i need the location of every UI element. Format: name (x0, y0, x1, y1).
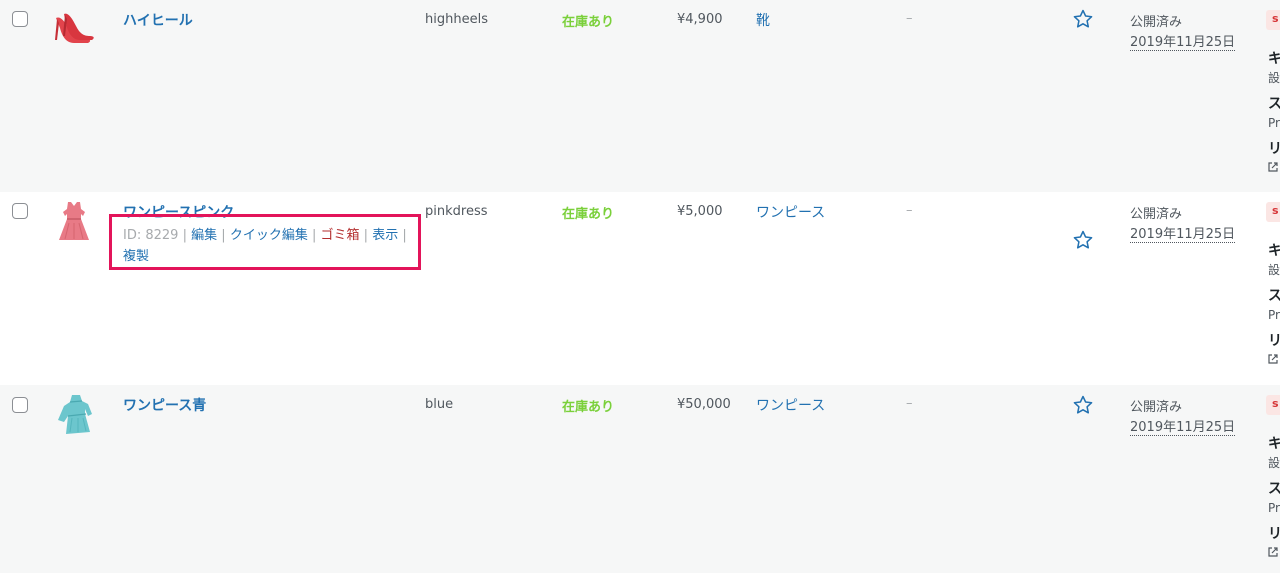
edge-label: ス (1268, 481, 1280, 497)
edge-text: 設 (1268, 71, 1280, 85)
category-link[interactable]: ワンピース (756, 395, 825, 415)
edge-label: リ (1268, 141, 1280, 157)
featured-star-icon[interactable] (1073, 9, 1093, 29)
featured-star-icon[interactable] (1073, 395, 1093, 415)
edge-text: Pr (1268, 501, 1280, 515)
category-link[interactable]: ワンピース (756, 202, 825, 222)
edge-text: Pr (1268, 308, 1280, 322)
publish-date: 2019年11月25日 (1130, 416, 1236, 436)
highlight-box (109, 214, 421, 270)
row-checkbox[interactable] (12, 203, 28, 219)
status-badge: ꜱ (1266, 395, 1280, 415)
status-badge-text: ꜱ (1272, 397, 1279, 410)
publish-status: 公開済み (1130, 15, 1183, 30)
product-name-link[interactable]: ハイヒール (123, 10, 193, 30)
stock-status: 在庫あり (562, 400, 615, 415)
status-badge-text: ꜱ (1272, 12, 1279, 25)
publish-status: 公開済み (1130, 400, 1183, 415)
pink-dress-icon[interactable] (52, 199, 96, 243)
sku: pinkdress (425, 204, 488, 219)
edge-label: ス (1268, 96, 1280, 112)
external-link-icon[interactable] (1268, 354, 1278, 364)
edge-text: 設 (1268, 263, 1280, 277)
edge-label: ス (1268, 288, 1280, 304)
row-checkbox[interactable] (12, 397, 28, 413)
stock-status: 在庫あり (562, 15, 615, 30)
category-link[interactable]: 靴 (756, 10, 770, 30)
price: ¥50,000 (677, 397, 731, 412)
publish-date: 2019年11月25日 (1130, 31, 1236, 51)
row-checkbox[interactable] (12, 11, 28, 27)
publish-status: 公開済み (1130, 207, 1183, 222)
edge-label: リ (1268, 526, 1280, 542)
sku: blue (425, 397, 454, 412)
product-name-link[interactable]: ワンピース青 (123, 395, 206, 415)
edge-label: キ (1268, 436, 1280, 452)
table-row: ワンピース青 blue 在庫あり ¥50,000 ワンピース – 公開済み 20… (0, 385, 1280, 573)
status-badge: ꜱ (1266, 10, 1280, 30)
featured-star-icon[interactable] (1073, 230, 1093, 250)
stock-status: 在庫あり (562, 207, 615, 222)
publish-date: 2019年11月25日 (1130, 223, 1236, 243)
external-link-icon[interactable] (1268, 162, 1278, 172)
sku: highheels (425, 12, 488, 27)
price: ¥5,000 (677, 204, 723, 219)
price: ¥4,900 (677, 12, 723, 27)
tags: – (906, 203, 913, 218)
edge-label: キ (1268, 243, 1280, 259)
edge-text: Pr (1268, 116, 1280, 130)
edge-text: 設 (1268, 456, 1280, 470)
tags: – (906, 396, 913, 411)
external-link-icon[interactable] (1268, 547, 1278, 557)
table-row: ワンピースピンク ID: 8229 | 編集 | クイック編集 | ゴミ箱 | … (0, 192, 1280, 385)
status-badge: ꜱ (1266, 202, 1280, 222)
status-badge-text: ꜱ (1272, 204, 1279, 217)
edge-label: キ (1268, 51, 1280, 67)
high-heel-shoe-icon[interactable] (52, 6, 96, 50)
table-row: ハイヒール highheels 在庫あり ¥4,900 靴 – 公開済み 201… (0, 0, 1280, 192)
edge-label: リ (1268, 333, 1280, 349)
blue-dress-icon[interactable] (52, 392, 96, 436)
tags: – (906, 11, 913, 26)
